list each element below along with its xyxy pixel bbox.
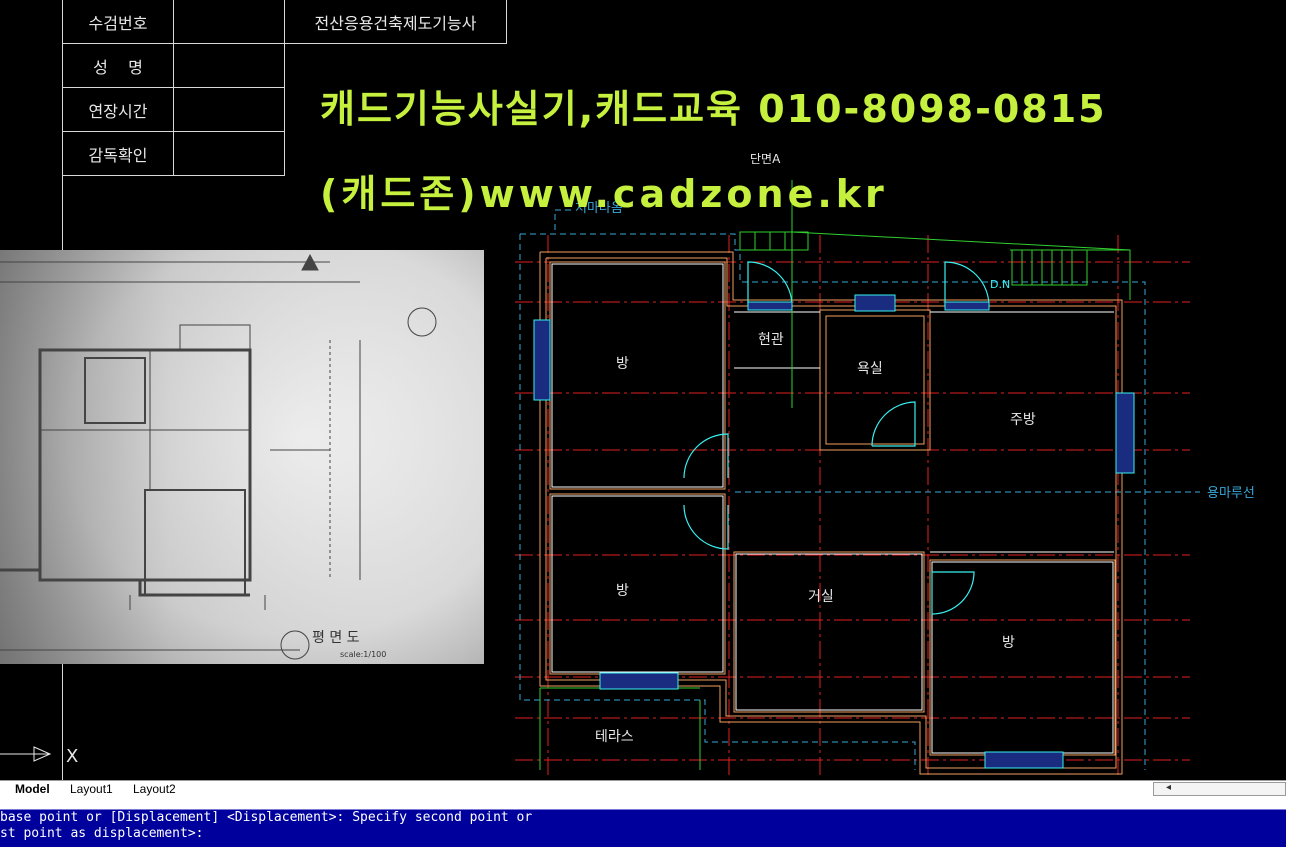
label-ridge-line: 용마루선: [1207, 486, 1255, 501]
ucs-icon: [0, 746, 52, 762]
banner-line-1: 캐드기능사실기,캐드교육 010-8098-0815: [320, 87, 1107, 131]
label-room2: 방: [616, 583, 629, 599]
status-gap: [0, 798, 1286, 809]
right-edge-scrollbar[interactable]: [1286, 0, 1292, 847]
command-line-1: base point or [Displacement] <Displaceme…: [0, 810, 533, 825]
banner-line-2: (캐드존)www.cadzone.kr: [320, 172, 888, 216]
label-room1: 방: [616, 356, 629, 372]
label-dn: D.N: [990, 278, 1010, 291]
command-line[interactable]: base point or [Displacement] <Displaceme…: [0, 809, 1286, 847]
label-kitchen: 주방: [1010, 412, 1036, 428]
horizontal-scrollbar[interactable]: ◂: [1153, 782, 1286, 796]
tab-model[interactable]: Model: [10, 781, 55, 797]
ucs-x-label: X: [66, 746, 78, 767]
label-bath: 욕실: [857, 361, 883, 377]
command-line-2: st point as displacement>:: [0, 826, 204, 841]
scroll-left-arrow-icon[interactable]: ◂: [1166, 782, 1171, 793]
label-entrance: 현관: [758, 332, 784, 348]
label-living: 거실: [808, 589, 834, 605]
tab-layout1[interactable]: Layout1: [65, 781, 118, 797]
tab-layout2[interactable]: Layout2: [128, 781, 181, 797]
layout-tab-bar: Model Layout1 Layout2 ◂: [0, 780, 1286, 798]
label-room3: 방: [1002, 635, 1015, 651]
label-terrace: 테라스: [595, 729, 634, 745]
drawing-canvas[interactable]: 수검번호 전산응용건축제도기능사 성 명 연장시간 감독확인 평 면 도 sca…: [0, 0, 1286, 780]
